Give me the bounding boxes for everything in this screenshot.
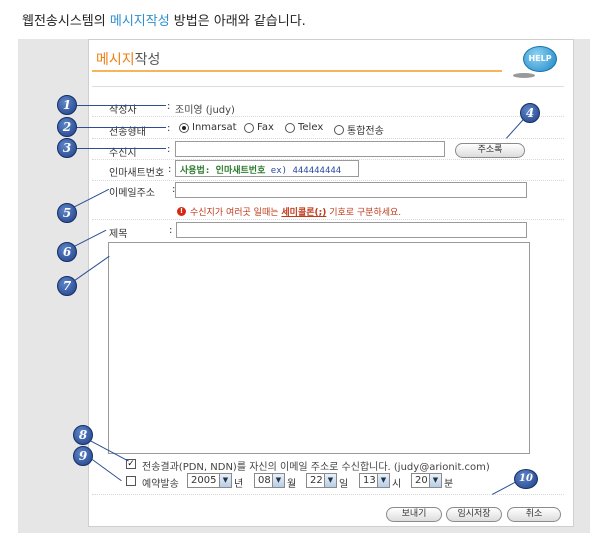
radio-circle-icon: [244, 122, 254, 133]
recipient-label: 수신지: [109, 148, 137, 159]
radio-integrated[interactable]: 통합전송: [334, 122, 384, 137]
reserve-send-label: 예약발송: [142, 479, 179, 490]
chevron-down-icon: ▼: [377, 474, 389, 487]
help-icon-shadow: [513, 73, 535, 78]
message-body-textarea[interactable]: [108, 242, 530, 454]
title-underline: [92, 70, 502, 72]
callout-badge: 1: [57, 95, 77, 115]
page-heading: 웹전송시스템의 메시지작성 방법은 아래와 같습니다.: [22, 14, 306, 29]
radio-telex[interactable]: Telex: [285, 122, 323, 133]
year-select[interactable]: 2005 ▼: [187, 473, 232, 488]
day-select[interactable]: 22 ▼: [306, 473, 337, 488]
subject-label: 제목: [109, 229, 128, 240]
callout-leader: [76, 127, 166, 128]
address-book-button[interactable]: 주소록: [455, 143, 525, 158]
callout-badge: 10: [514, 469, 538, 489]
email-label: 이메일주소: [109, 188, 155, 199]
colon: :: [169, 225, 173, 236]
callout-badge: 8: [73, 425, 93, 445]
warning-icon: !: [177, 207, 186, 216]
radio-circle-icon: [285, 122, 295, 133]
save-draft-button[interactable]: 임시저장: [446, 507, 502, 522]
send-button[interactable]: 보내기: [386, 507, 442, 522]
help-icon[interactable]: HELP: [523, 46, 557, 72]
day-unit: 일: [339, 479, 349, 490]
colon: :: [168, 164, 172, 175]
send-type-label: 전송형태: [109, 127, 146, 138]
radio-fax[interactable]: Fax: [244, 122, 274, 133]
email-input[interactable]: [175, 182, 527, 198]
colon: :: [167, 123, 171, 134]
minute-unit: 분: [444, 479, 454, 490]
author-value: 조미영 (judy): [175, 105, 235, 116]
reserve-send-checkbox[interactable]: [126, 476, 136, 486]
inmarsat-label: 인마새트번호: [109, 168, 165, 179]
inmarsat-number-input[interactable]: 사용법: 인마새트번호 ex) 444444444: [175, 160, 359, 177]
author-label: 작성자: [109, 105, 137, 116]
callout-badge: 4: [520, 103, 540, 123]
callout-leader: [76, 148, 166, 149]
row-divider: [92, 138, 564, 139]
callout-leader: [76, 105, 166, 106]
semicolon-warning: ! 수신지가 여러곳 일때는 세미콜론(;) 기호로 구분하세요.: [177, 205, 401, 218]
month-unit: 월: [287, 479, 297, 490]
callout-badge: 7: [57, 276, 77, 296]
callout-badge: 9: [73, 446, 93, 466]
year-unit: 년: [234, 479, 244, 490]
callout-badge: 6: [57, 242, 77, 262]
callout-badge: 5: [57, 203, 77, 223]
month-select[interactable]: 08 ▼: [254, 473, 285, 488]
radio-circle-icon: [179, 122, 189, 133]
callout-badge: 3: [57, 138, 77, 158]
window-title: 메시지작성: [96, 52, 161, 68]
subject-input[interactable]: [176, 222, 527, 238]
row-divider: [92, 116, 564, 117]
receive-result-label: 전송결과(PDN, NDN)를 자신의 이메일 주소로 수신합니다. (judy…: [142, 462, 490, 473]
minute-select[interactable]: 20 ▼: [411, 473, 442, 488]
chevron-down-icon: ▼: [324, 474, 336, 487]
callout-badge: 2: [57, 117, 77, 137]
row-divider: [92, 180, 564, 181]
colon: :: [167, 101, 171, 112]
chevron-down-icon: ▼: [272, 474, 284, 487]
recipient-input[interactable]: [175, 141, 445, 157]
row-divider: [92, 219, 564, 220]
cancel-button[interactable]: 취소: [507, 507, 561, 522]
chevron-down-icon: ▼: [429, 474, 441, 487]
hour-unit: 시: [392, 479, 402, 490]
chevron-down-icon: ▼: [219, 474, 231, 487]
radio-inmarsat[interactable]: Inmarsat: [179, 122, 237, 133]
divider: [92, 86, 564, 87]
colon: :: [167, 144, 171, 155]
radio-circle-icon: [334, 124, 344, 135]
hour-select[interactable]: 13 ▼: [359, 473, 390, 488]
